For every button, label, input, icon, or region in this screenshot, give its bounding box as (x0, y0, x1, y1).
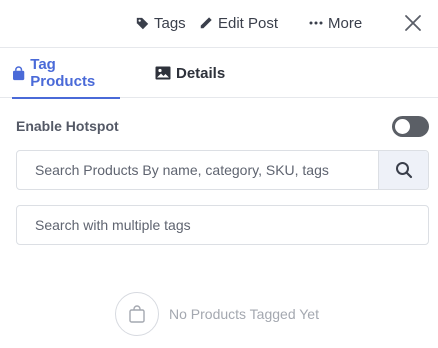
shopping-bag-icon (13, 65, 25, 80)
more-dots-icon (309, 21, 323, 25)
pencil-icon (200, 17, 212, 29)
product-search (16, 150, 429, 190)
image-icon (155, 66, 171, 80)
close-button[interactable] (402, 12, 424, 34)
tab-details[interactable]: Details (155, 48, 225, 98)
top-toolbar: Tags Edit Post More (0, 0, 438, 48)
search-icon (396, 162, 413, 179)
enable-hotspot-label: Enable Hotspot (16, 118, 119, 134)
empty-state-icon-wrapper (115, 292, 159, 336)
search-button[interactable] (378, 151, 428, 189)
close-icon (405, 15, 421, 31)
tags-label: Tags (154, 14, 186, 32)
empty-state-message: No Products Tagged Yet (169, 306, 319, 322)
more-button[interactable]: More (309, 13, 362, 33)
tab-bar: Tag Products Details (0, 48, 438, 99)
tags-button[interactable]: Tags (136, 13, 186, 33)
tab-tag-products-label: Tag Products (30, 56, 96, 90)
tag-icon (136, 17, 149, 29)
product-search-input[interactable] (17, 151, 378, 189)
more-label: More (328, 14, 363, 32)
tags-search (16, 205, 429, 245)
edit-post-button[interactable]: Edit Post (199, 13, 278, 33)
toggle-knob (395, 119, 410, 134)
tab-details-label: Details (176, 64, 226, 82)
hotspot-toggle[interactable] (392, 116, 429, 137)
empty-bag-icon (129, 305, 145, 323)
tags-search-input[interactable] (17, 206, 428, 244)
edit-post-label: Edit Post (218, 14, 279, 32)
tab-tag-products[interactable]: Tag Products (12, 48, 120, 99)
